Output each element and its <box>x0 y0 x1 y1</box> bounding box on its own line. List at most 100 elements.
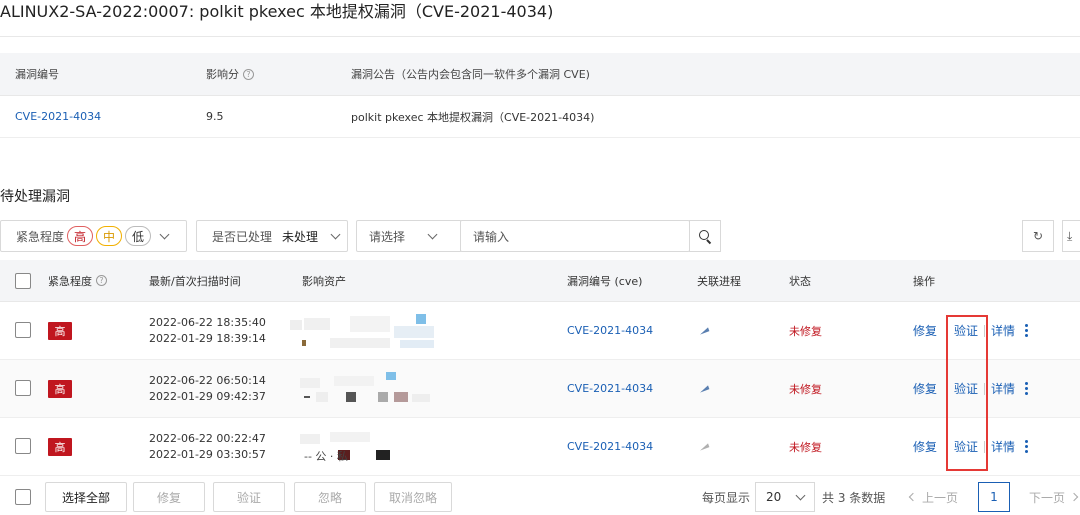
verify-highlight-box <box>946 315 988 471</box>
download-button[interactable]: ⤓ <box>1062 220 1080 252</box>
scan-times: 2022-06-22 18:35:40 2022-01-29 18:39:14 <box>149 302 266 359</box>
col-status: 状态 <box>789 274 811 288</box>
chevron-down-icon <box>427 229 438 239</box>
fix-button[interactable]: 修复 <box>913 380 937 397</box>
first-scan-time: 2022-01-29 18:39:14 <box>149 332 266 345</box>
send-icon[interactable] <box>698 384 710 393</box>
latest-scan-time: 2022-06-22 00:22:47 <box>149 432 266 445</box>
severity-cell: 高 <box>48 302 72 359</box>
send-icon[interactable] <box>698 326 710 335</box>
per-page-label: 每页显示 <box>702 490 751 505</box>
handled-filter-label: 是否已处理 <box>212 229 273 244</box>
fix-button[interactable]: 修复 <box>913 438 937 455</box>
severity-cell: 高 <box>48 418 72 475</box>
row-checkbox[interactable] <box>15 380 31 396</box>
info-table-row: CVE-2021-4034 9.5 polkit pkexec 本地提权漏洞（C… <box>0 96 1080 138</box>
next-page-button[interactable]: 下一页 <box>1029 482 1079 512</box>
chevron-down-icon <box>159 229 170 239</box>
process-cell[interactable] <box>698 418 710 475</box>
info-cve-link[interactable]: CVE-2021-4034 <box>15 96 101 137</box>
bulk-fix-button[interactable]: 修复 <box>133 482 205 512</box>
first-scan-time: 2022-01-29 09:42:37 <box>149 390 266 403</box>
search-button[interactable] <box>689 220 721 252</box>
title-divider <box>0 36 1080 37</box>
info-col-score: 影响分 ? <box>206 53 254 95</box>
select-all-checkbox[interactable] <box>15 273 31 289</box>
send-icon[interactable] <box>698 442 710 451</box>
info-table-header: 漏洞编号 影响分 ? 漏洞公告（公告内会包含同一软件多个漏洞 CVE) <box>0 53 1080 96</box>
handled-filter[interactable]: 是否已处理 未处理 <box>196 220 348 252</box>
status-text: 未修复 <box>789 382 822 396</box>
status-text: 未修复 <box>789 440 822 454</box>
scan-times: 2022-06-22 06:50:14 2022-01-29 09:42:37 <box>149 360 266 417</box>
prev-page-label: 上一页 <box>922 490 959 505</box>
search-input[interactable]: 请输入 <box>460 220 690 252</box>
row-checkbox[interactable] <box>15 322 31 338</box>
field-select[interactable]: 请选择 <box>356 220 462 252</box>
info-col-notice: 漏洞公告（公告内会包含同一软件多个漏洞 CVE) <box>351 68 590 81</box>
page-title: ALINUX2-SA-2022:0007: polkit pkexec 本地提权… <box>0 2 554 21</box>
col-process: 关联进程 <box>697 274 741 288</box>
refresh-button[interactable]: ↻ <box>1022 220 1054 252</box>
severity-pill-low[interactable]: 低 <box>125 226 152 246</box>
asset-redacted[interactable] <box>300 370 440 408</box>
process-cell[interactable] <box>698 302 710 359</box>
per-page-value: 20 <box>766 490 782 504</box>
process-cell[interactable] <box>698 360 710 417</box>
col-cve: 漏洞编号 (cve) <box>567 274 643 288</box>
cve-link[interactable]: CVE-2021-4034 <box>567 418 653 475</box>
table-row: 高 2022-06-22 00:22:47 2022-01-29 03:30:5… <box>0 418 1080 476</box>
severity-badge: 高 <box>48 437 72 456</box>
bulk-verify-button[interactable]: 验证 <box>213 482 285 512</box>
info-col-cve: 漏洞编号 <box>15 68 59 81</box>
table-footer: 选择全部 修复 验证 忽略 取消忽略 每页显示 20 共 3 条数据 上一页 1… <box>0 478 1080 515</box>
asset-text: -- 公 · 私 <box>304 450 348 463</box>
info-score: 9.5 <box>206 110 224 123</box>
fix-button[interactable]: 修复 <box>913 322 937 339</box>
row-checkbox[interactable] <box>15 438 31 454</box>
bulk-ignore-button[interactable]: 忽略 <box>294 482 366 512</box>
chevron-down-icon <box>795 490 806 500</box>
more-icon[interactable] <box>1025 382 1029 395</box>
more-icon[interactable] <box>1025 440 1029 453</box>
severity-cell: 高 <box>48 360 72 417</box>
latest-scan-time: 2022-06-22 18:35:40 <box>149 316 266 329</box>
info-notice: polkit pkexec 本地提权漏洞（CVE-2021-4034) <box>351 110 595 124</box>
total-count: 共 3 条数据 <box>822 490 886 505</box>
current-page[interactable]: 1 <box>978 482 1010 512</box>
search-icon <box>699 230 711 242</box>
per-page-select[interactable]: 20 <box>755 482 815 512</box>
severity-pill-mid[interactable]: 中 <box>96 226 123 246</box>
info-col-score-label: 影响分 <box>206 68 239 81</box>
col-asset: 影响资产 <box>302 274 346 288</box>
more-icon[interactable] <box>1025 324 1029 337</box>
latest-scan-time: 2022-06-22 06:50:14 <box>149 374 266 387</box>
severity-filter-label: 紧急程度 <box>16 229 65 244</box>
vuln-table-header: 紧急程度 ? 最新/首次扫描时间 影响资产 漏洞编号 (cve) 关联进程 状态… <box>0 260 1080 302</box>
asset-redacted[interactable] <box>290 314 440 350</box>
cve-link[interactable]: CVE-2021-4034 <box>567 302 653 359</box>
handled-filter-value: 未处理 <box>282 229 319 244</box>
bulk-unignore-button[interactable]: 取消忽略 <box>374 482 452 512</box>
severity-pill-high[interactable]: 高 <box>67 226 94 246</box>
severity-badge: 高 <box>48 321 72 340</box>
asset-redacted[interactable]: -- 公 · 私 <box>300 430 440 466</box>
details-button[interactable]: 详情 <box>991 322 1015 339</box>
details-button[interactable]: 详情 <box>991 380 1015 397</box>
col-severity: 紧急程度 ? <box>48 260 107 301</box>
footer-select-checkbox[interactable] <box>15 489 31 505</box>
chevron-right-icon <box>1069 492 1079 502</box>
help-icon[interactable]: ? <box>96 275 107 286</box>
table-row: 高 2022-06-22 18:35:40 2022-01-29 18:39:1… <box>0 302 1080 360</box>
chevron-down-icon <box>330 229 341 239</box>
download-icon: ⤓ <box>1067 228 1073 243</box>
section-title: 待处理漏洞 <box>0 189 70 205</box>
details-button[interactable]: 详情 <box>991 438 1015 455</box>
help-icon[interactable]: ? <box>243 68 254 80</box>
select-all-button[interactable]: 选择全部 <box>45 482 127 512</box>
cve-link[interactable]: CVE-2021-4034 <box>567 360 653 417</box>
field-select-placeholder: 请选择 <box>369 229 406 244</box>
first-scan-time: 2022-01-29 03:30:57 <box>149 448 266 461</box>
prev-page-button[interactable]: 上一页 <box>908 482 959 512</box>
severity-filter[interactable]: 紧急程度 高 中 低 <box>0 220 187 252</box>
